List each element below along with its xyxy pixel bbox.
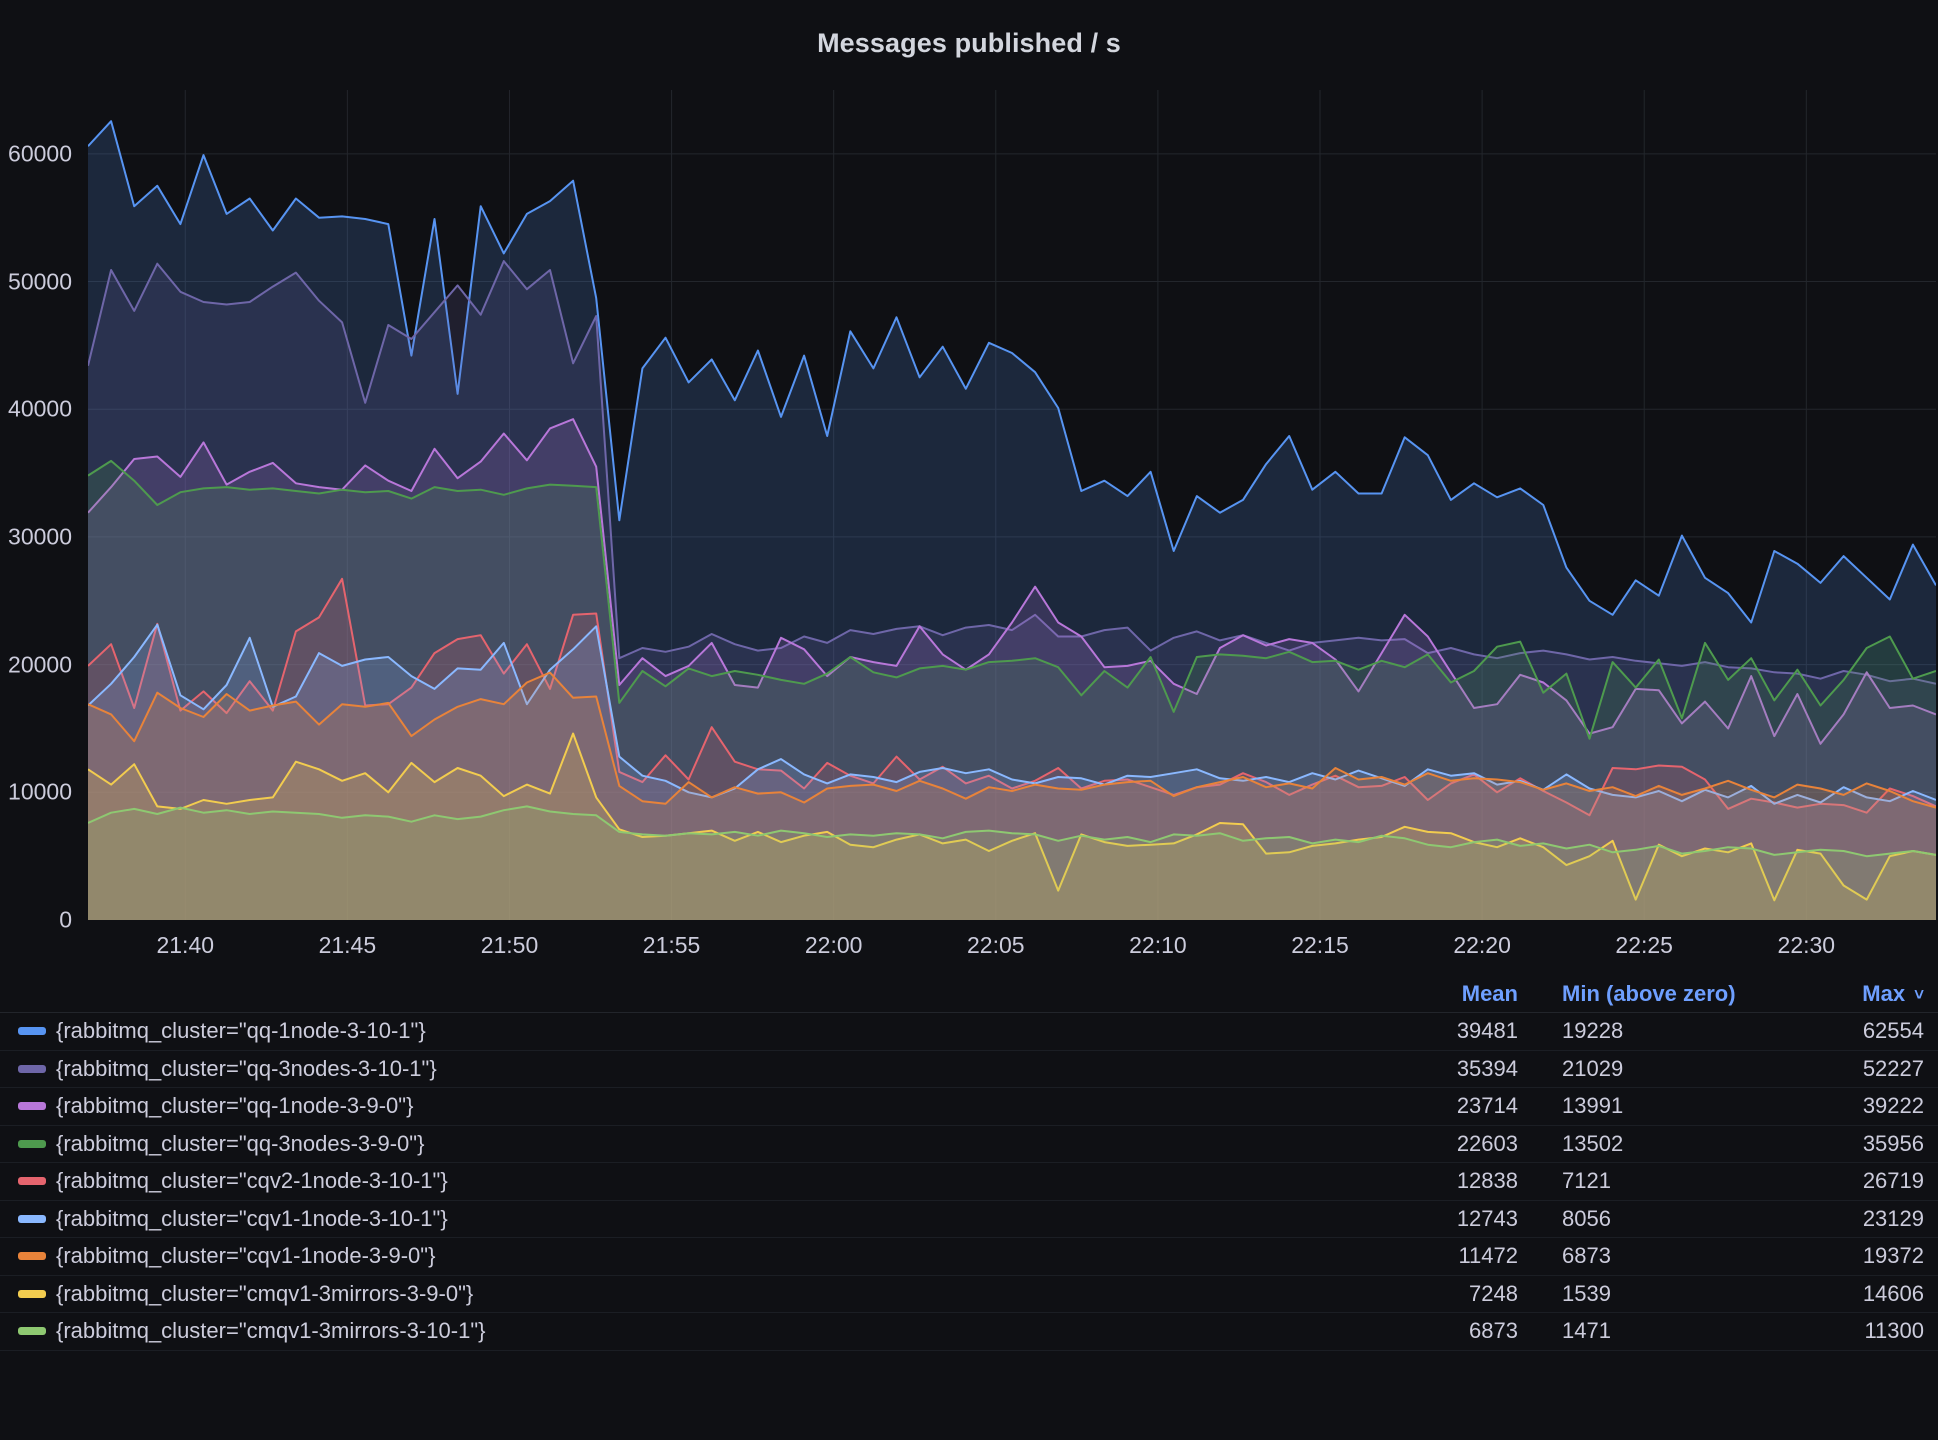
page-title: Messages published / s: [0, 28, 1938, 59]
legend-swatch-cell[interactable]: [18, 1290, 56, 1298]
legend-swatch-cell[interactable]: [18, 1177, 56, 1185]
legend-series-label[interactable]: {rabbitmq_cluster="cmqv1-3mirrors-3-10-1…: [56, 1318, 1328, 1344]
x-tick-label: 22:10: [1129, 932, 1187, 959]
timeseries-panel: Messages published / s 0 10000 20000 30000 4…: [0, 0, 1938, 1440]
legend-cell-mean: 39481: [1328, 1018, 1518, 1044]
legend-row[interactable]: {rabbitmq_cluster="cqv2-1node-3-10-1"}12…: [0, 1163, 1938, 1201]
legend-cell-mean: 12838: [1328, 1168, 1518, 1194]
legend-cell-min: 19228: [1518, 1018, 1768, 1044]
y-axis: 0 10000 20000 30000 40000 50000 60000: [0, 90, 86, 970]
legend-cell-mean: 7248: [1328, 1281, 1518, 1307]
legend-row[interactable]: {rabbitmq_cluster="cmqv1-3mirrors-3-9-0"…: [0, 1276, 1938, 1314]
x-tick-label: 22:30: [1778, 932, 1836, 959]
series-color-swatch-icon[interactable]: [18, 1027, 46, 1035]
chart-area: 0100002000030000400005000060000 21:4021:…: [0, 90, 1938, 970]
chevron-down-icon: ˅: [1914, 985, 1924, 1005]
legend-row[interactable]: {rabbitmq_cluster="qq-3nodes-3-10-1"}353…: [0, 1051, 1938, 1089]
legend-row[interactable]: {rabbitmq_cluster="cqv1-1node-3-9-0"}114…: [0, 1238, 1938, 1276]
legend-row[interactable]: {rabbitmq_cluster="qq-1node-3-9-0"}23714…: [0, 1088, 1938, 1126]
x-tick-label: 21:50: [481, 932, 539, 959]
series-color-swatch-icon[interactable]: [18, 1215, 46, 1223]
x-tick-label: 21:55: [643, 932, 701, 959]
legend-cell-min: 1539: [1518, 1281, 1768, 1307]
legend-row[interactable]: {rabbitmq_cluster="qq-1node-3-10-1"}3948…: [0, 1013, 1938, 1051]
y-tick-label: 40000: [8, 396, 72, 423]
legend-cell-max: 11300: [1768, 1318, 1938, 1344]
legend-series-label[interactable]: {rabbitmq_cluster="cmqv1-3mirrors-3-9-0"…: [56, 1281, 1328, 1307]
x-tick-label: 22:00: [805, 932, 863, 959]
y-tick-label: 20000: [8, 651, 72, 678]
legend-cell-mean: 12743: [1328, 1206, 1518, 1232]
legend-series-label[interactable]: {rabbitmq_cluster="qq-1node-3-10-1"}: [56, 1018, 1328, 1044]
x-tick-label: 22:05: [967, 932, 1025, 959]
x-axis: 21:40 21:45 21:50 21:55 22:00 22:05 22:10 22:15…: [88, 926, 1936, 970]
y-tick-label: 50000: [8, 268, 72, 295]
series-color-swatch-icon[interactable]: [18, 1065, 46, 1073]
legend-swatch-cell[interactable]: [18, 1140, 56, 1148]
legend-cell-max: 19372: [1768, 1243, 1938, 1269]
column-header-mean[interactable]: Mean: [1328, 981, 1518, 1007]
series-color-swatch-icon[interactable]: [18, 1177, 46, 1185]
legend-row[interactable]: {rabbitmq_cluster="cmqv1-3mirrors-3-10-1…: [0, 1313, 1938, 1351]
legend-cell-mean: 35394: [1328, 1056, 1518, 1082]
x-tick-label: 22:25: [1615, 932, 1673, 959]
x-tick-label: 21:40: [156, 932, 214, 959]
x-tick-label: 21:45: [319, 932, 377, 959]
legend-cell-min: 8056: [1518, 1206, 1768, 1232]
y-tick-label: 30000: [8, 523, 72, 550]
legend-cell-max: 14606: [1768, 1281, 1938, 1307]
legend-cell-min: 13502: [1518, 1131, 1768, 1157]
column-header-max-label: Max: [1862, 981, 1905, 1006]
legend-cell-max: 52227: [1768, 1056, 1938, 1082]
legend-cell-max: 35956: [1768, 1131, 1938, 1157]
series-color-swatch-icon[interactable]: [18, 1290, 46, 1298]
legend-series-label[interactable]: {rabbitmq_cluster="qq-3nodes-3-10-1"}: [56, 1056, 1328, 1082]
x-tick-label: 22:15: [1291, 932, 1349, 959]
legend-row[interactable]: {rabbitmq_cluster="qq-3nodes-3-9-0"}2260…: [0, 1126, 1938, 1164]
legend-cell-max: 26719: [1768, 1168, 1938, 1194]
series-color-swatch-icon[interactable]: [18, 1102, 46, 1110]
legend-cell-min: 1471: [1518, 1318, 1768, 1344]
legend-series-label[interactable]: {rabbitmq_cluster="cqv1-1node-3-10-1"}: [56, 1206, 1328, 1232]
y-tick-label: 0: [59, 907, 72, 934]
legend-cell-min: 6873: [1518, 1243, 1768, 1269]
legend-table: Mean Min (above zero) Max ˅ {rabbitmq_clu…: [0, 975, 1938, 1351]
legend-cell-min: 21029: [1518, 1056, 1768, 1082]
legend-cell-max: 39222: [1768, 1093, 1938, 1119]
column-header-max[interactable]: Max ˅: [1768, 981, 1938, 1007]
legend-cell-min: 13991: [1518, 1093, 1768, 1119]
column-header-min[interactable]: Min (above zero): [1518, 981, 1768, 1007]
legend-swatch-cell[interactable]: [18, 1252, 56, 1260]
legend-swatch-cell[interactable]: [18, 1327, 56, 1335]
legend-cell-max: 62554: [1768, 1018, 1938, 1044]
series-color-swatch-icon[interactable]: [18, 1327, 46, 1335]
y-tick-label: 10000: [8, 779, 72, 806]
legend-body: {rabbitmq_cluster="qq-1node-3-10-1"}3948…: [0, 1013, 1938, 1351]
legend-cell-max: 23129: [1768, 1206, 1938, 1232]
y-tick-label: 60000: [8, 140, 72, 167]
legend-cell-mean: 6873: [1328, 1318, 1518, 1344]
legend-row[interactable]: {rabbitmq_cluster="cqv1-1node-3-10-1"}12…: [0, 1201, 1938, 1239]
legend-swatch-cell[interactable]: [18, 1027, 56, 1035]
legend-cell-mean: 22603: [1328, 1131, 1518, 1157]
legend-swatch-cell[interactable]: [18, 1215, 56, 1223]
legend-series-label[interactable]: {rabbitmq_cluster="qq-1node-3-9-0"}: [56, 1093, 1328, 1119]
legend-cell-mean: 11472: [1328, 1243, 1518, 1269]
series-svg: [88, 90, 1936, 920]
legend-cell-mean: 23714: [1328, 1093, 1518, 1119]
series-color-swatch-icon[interactable]: [18, 1140, 46, 1148]
legend-series-label[interactable]: {rabbitmq_cluster="cqv2-1node-3-10-1"}: [56, 1168, 1328, 1194]
x-tick-label: 22:20: [1453, 932, 1511, 959]
legend-series-label[interactable]: {rabbitmq_cluster="qq-3nodes-3-9-0"}: [56, 1131, 1328, 1157]
legend-series-label[interactable]: {rabbitmq_cluster="cqv1-1node-3-9-0"}: [56, 1243, 1328, 1269]
legend-swatch-cell[interactable]: [18, 1065, 56, 1073]
plot-canvas[interactable]: [88, 90, 1936, 920]
series-color-swatch-icon[interactable]: [18, 1252, 46, 1260]
legend-cell-min: 7121: [1518, 1168, 1768, 1194]
legend-header-row: Mean Min (above zero) Max ˅: [0, 975, 1938, 1013]
legend-swatch-cell[interactable]: [18, 1102, 56, 1110]
